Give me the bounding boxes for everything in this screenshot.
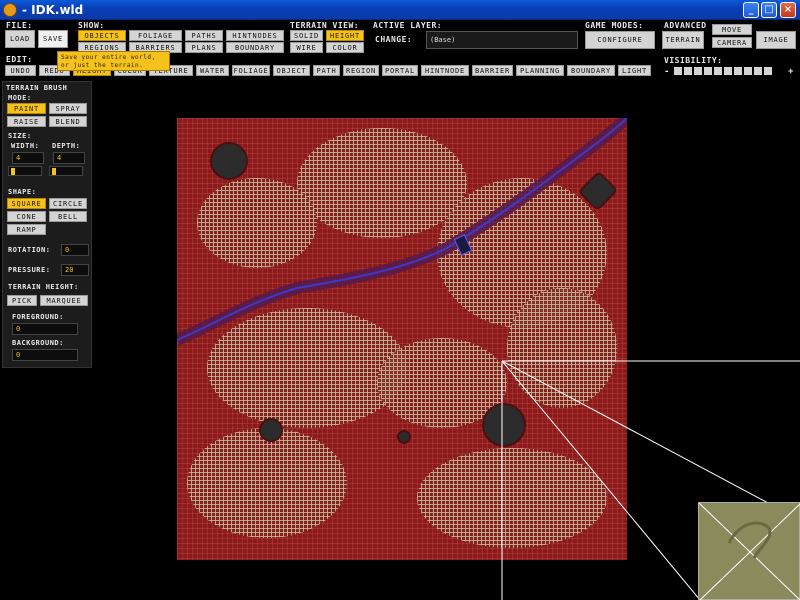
tooltip-line-2: or just the terrain. xyxy=(61,62,144,69)
tooltip-line-1: Save your entire world, xyxy=(61,54,156,61)
minimap[interactable] xyxy=(698,502,800,600)
minimap-view xyxy=(698,502,800,600)
save-tooltip: Save your entire world, or just the terr… xyxy=(57,51,170,71)
camera-frustum xyxy=(501,360,800,600)
